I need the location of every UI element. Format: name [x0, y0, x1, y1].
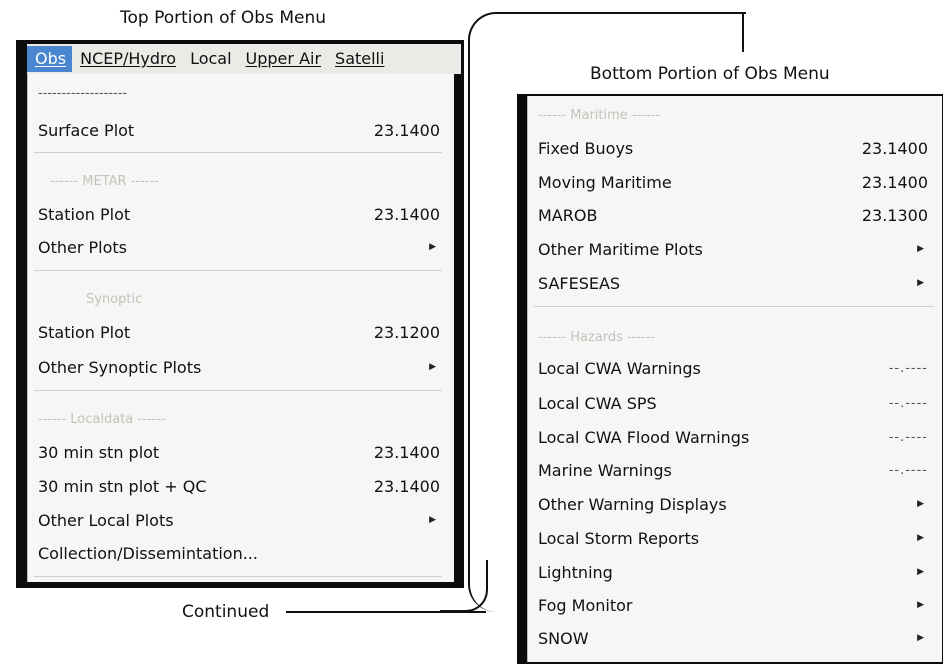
obs-menu-top: ------------------- Surface Plot 23.1400…	[27, 74, 454, 582]
menu-item-local-cwa-sps[interactable]: Local CWA SPS --.----	[528, 389, 942, 417]
menu-item-moving-maritime[interactable]: Moving Maritime 23.1400	[528, 168, 942, 196]
menu-item-safeseas[interactable]: SAFESEAS ▶	[528, 269, 942, 297]
menu-separator	[534, 306, 934, 307]
localdata-header: ------ Localdata ------	[38, 411, 166, 427]
submenu-arrow-icon: ▶	[917, 244, 924, 254]
menu-obs[interactable]: Obs	[27, 46, 73, 72]
submenu-arrow-icon: ▶	[917, 633, 924, 643]
obs-menu-bottom: ------ Maritime ------ Fixed Buoys 23.14…	[527, 96, 942, 662]
submenu-arrow-icon: ▶	[429, 242, 436, 252]
menu-item-other-maritime-plots[interactable]: Other Maritime Plots ▶	[528, 235, 942, 263]
menu-separator	[34, 152, 442, 153]
synoptic-header: Synoptic	[86, 291, 143, 307]
menu-item-other-synoptic-plots[interactable]: Other Synoptic Plots ▶	[28, 353, 454, 381]
submenu-arrow-icon: ▶	[917, 600, 924, 610]
menu-item-fog-monitor[interactable]: Fog Monitor ▶	[528, 591, 942, 619]
connector-top-drop	[742, 12, 744, 52]
submenu-arrow-icon: ▶	[917, 533, 924, 543]
menu-item-other-plots[interactable]: Other Plots ▶	[28, 233, 454, 261]
menu-dashes: -------------------	[38, 85, 128, 101]
metar-header: ------ METAR ------	[50, 173, 159, 189]
menu-item-local-storm-reports[interactable]: Local Storm Reports ▶	[528, 524, 942, 552]
menu-satellite[interactable]: Satelli	[327, 46, 390, 72]
menu-local[interactable]: Local	[182, 46, 237, 72]
menu-item-surface-plot[interactable]: Surface Plot 23.1400	[28, 116, 454, 144]
top-portion-caption: Top Portion of Obs Menu	[120, 8, 326, 28]
menu-item-collection-dissemination[interactable]: Collection/Dissemintation...	[28, 539, 454, 567]
menu-item-local-cwa-warnings[interactable]: Local CWA Warnings --.----	[528, 354, 942, 382]
submenu-arrow-icon: ▶	[917, 278, 924, 288]
menu-separator	[34, 576, 442, 577]
menu-item-lightning[interactable]: Lightning ▶	[528, 558, 942, 586]
maritime-header: ------ Maritime ------	[538, 107, 661, 123]
hazards-header: ------ Hazards ------	[538, 329, 656, 345]
submenu-arrow-icon: ▶	[917, 499, 924, 509]
submenu-arrow-icon: ▶	[429, 362, 436, 372]
submenu-arrow-icon: ▶	[917, 567, 924, 577]
menu-item-snow[interactable]: SNOW ▶	[528, 624, 942, 652]
menu-item-30-min-stn-plot-qc[interactable]: 30 min stn plot + QC 23.1400	[28, 472, 454, 500]
menu-separator	[34, 270, 442, 271]
menu-item-other-local-plots[interactable]: Other Local Plots ▶	[28, 506, 454, 534]
menu-item-30-min-stn-plot[interactable]: 30 min stn plot 23.1400	[28, 438, 454, 466]
menu-item-station-plot-metar[interactable]: Station Plot 23.1400	[28, 200, 454, 228]
menu-item-other-warning-displays[interactable]: Other Warning Displays ▶	[528, 490, 942, 518]
submenu-arrow-icon: ▶	[429, 515, 436, 525]
menu-item-fixed-buoys[interactable]: Fixed Buoys 23.1400	[528, 134, 942, 162]
menu-item-station-plot-synoptic[interactable]: Station Plot 23.1200	[28, 318, 454, 346]
menu-item-marine-warnings[interactable]: Marine Warnings --.----	[528, 456, 942, 484]
menu-upper-air[interactable]: Upper Air	[238, 46, 328, 72]
menu-ncep-hydro[interactable]: NCEP/Hydro	[72, 46, 182, 72]
menu-separator	[34, 390, 442, 391]
menu-item-marob[interactable]: MAROB 23.1300	[528, 201, 942, 229]
menu-item-local-cwa-flood-warnings[interactable]: Local CWA Flood Warnings --.----	[528, 423, 942, 451]
menubar: Obs NCEP/Hydro Local Upper Air Satelli	[27, 44, 461, 74]
continued-caption: Continued	[182, 602, 270, 622]
